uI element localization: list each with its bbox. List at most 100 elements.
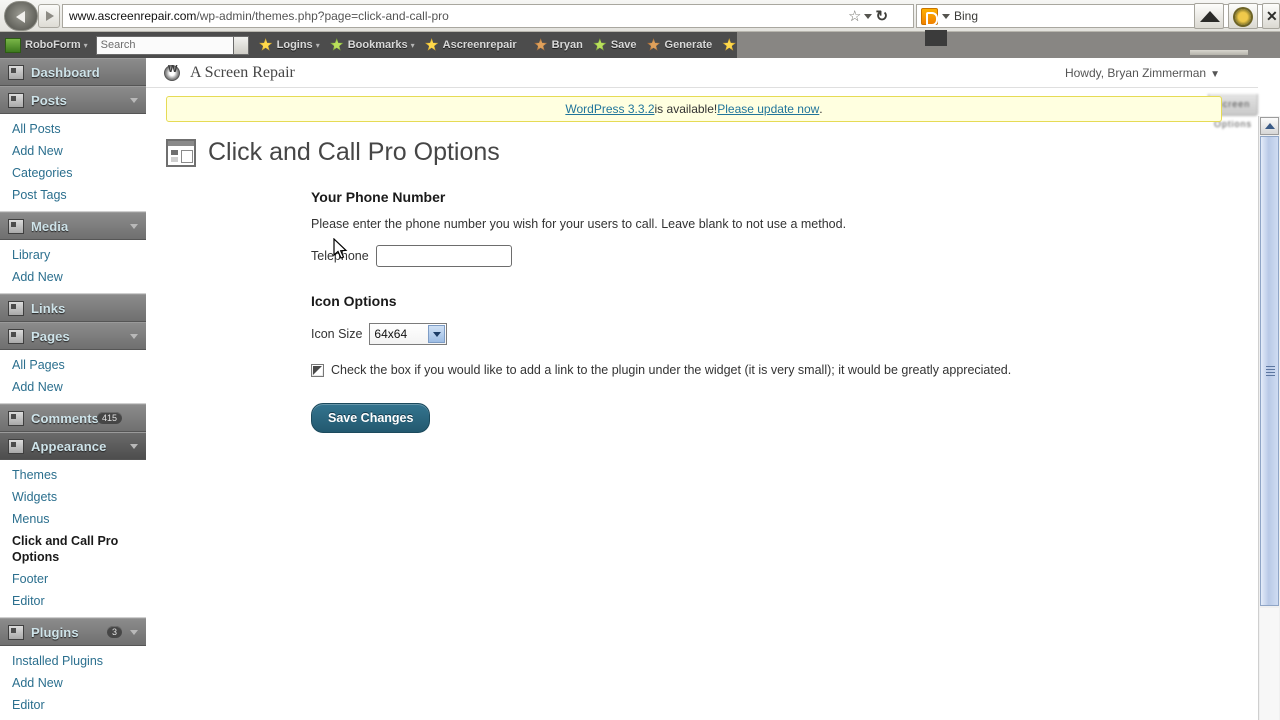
browser-window: www.ascreenrepair.com/wp-admin/themes.ph… (0, 0, 1280, 720)
sidebar-item-links[interactable]: Links (0, 294, 146, 322)
roboform-item-label: Generate (664, 39, 713, 51)
roboform-item-bookmarks[interactable]: Bookmarks ▾ (320, 38, 415, 52)
reload-icon[interactable]: ↻ (875, 9, 888, 24)
sidebar-subitem-footer[interactable]: Footer (0, 568, 146, 590)
sidebar-subitem-add-new-post[interactable]: Add New (0, 140, 146, 162)
page-scrollbar[interactable] (1258, 116, 1280, 720)
admin-content: A Screen Repair Howdy, Bryan Zimmerman▼ … (146, 58, 1258, 720)
roboform-item-sync[interactable]: Sync (712, 38, 737, 52)
sidebar-subitem-add-new-page[interactable]: Add New (0, 376, 146, 398)
search-engine-chevron-icon[interactable] (942, 13, 950, 19)
chevron-down-icon[interactable]: ▾ (84, 41, 88, 50)
roboform-search-button[interactable] (233, 35, 249, 55)
wordpress-logo-icon[interactable] (164, 64, 180, 81)
sidebar-item-label: Links (31, 300, 66, 316)
forward-arrow-icon[interactable] (38, 4, 60, 28)
sidebar-subitem-categories[interactable]: Categories (0, 162, 146, 184)
toolbar-tab-stub (925, 30, 947, 46)
roboform-item-label: Logins (276, 39, 313, 51)
plugin-icon (8, 624, 24, 640)
roboform-item-save[interactable]: Save (583, 38, 637, 52)
icon-size-label: Icon Size (311, 327, 363, 341)
star-icon[interactable]: ☆ (848, 9, 861, 24)
sidebar-subitem-themes[interactable]: Themes (0, 464, 146, 486)
roboform-item-bryan[interactable]: Bryan (524, 38, 583, 52)
roboform-item-label: Ascreenrepair (442, 39, 517, 51)
home-button[interactable] (1194, 3, 1224, 29)
sidebar-subitem-post-tags[interactable]: Post Tags (0, 184, 146, 206)
appearance-page-icon (166, 138, 196, 167)
scrollbar-grip-icon (1266, 366, 1275, 376)
roboform-toolbar: RoboForm ▾ Search Logins ▾ Bookmarks ▾ A… (0, 32, 737, 58)
update-notice-trailing: . (819, 102, 823, 116)
submenu-media: Library Add New (0, 240, 146, 294)
back-arrow-icon[interactable] (4, 1, 38, 31)
sidebar-subitem-all-posts[interactable]: All Posts (0, 118, 146, 140)
sync-icon (722, 38, 736, 51)
address-bar-actions: ☆ ↻ (842, 4, 914, 28)
sidebar-subitem-editor[interactable]: Editor (0, 590, 146, 612)
sidebar-subitem-widgets[interactable]: Widgets (0, 486, 146, 508)
star-green-icon (593, 38, 607, 51)
plugins-count-badge: 3 (106, 626, 122, 638)
roboform-item-logins[interactable]: Logins ▾ (249, 38, 320, 52)
site-name[interactable]: A Screen Repair (190, 64, 295, 82)
scrollbar-thumb[interactable] (1260, 136, 1279, 606)
sidebar-item-plugins[interactable]: Plugins 3 (0, 618, 146, 646)
identity-icon (533, 38, 548, 51)
sidebar-item-label: Pages (31, 328, 70, 344)
save-changes-button[interactable]: Save Changes (311, 403, 431, 433)
home-icon (1200, 11, 1220, 22)
sidebar-subitem-click-and-call-pro-options[interactable]: Click and Call Pro Options (0, 530, 146, 568)
sidebar-subitem-add-new-media[interactable]: Add New (0, 266, 146, 288)
sidebar-item-label: Appearance (31, 438, 107, 454)
sidebar-item-appearance[interactable]: Appearance (0, 432, 155, 460)
scrollbar-track[interactable] (1260, 608, 1279, 720)
star-green-icon (329, 38, 344, 51)
chevron-down-icon (130, 629, 138, 635)
search-engine-label: Bing (954, 9, 979, 23)
sidebar-subitem-menus[interactable]: Menus (0, 508, 146, 530)
chevron-down-icon (130, 223, 138, 229)
toolbar-grip (1190, 50, 1248, 55)
phone-section-heading: Your Phone Number (311, 189, 446, 205)
chevron-down-icon[interactable] (864, 13, 873, 19)
update-now-link[interactable]: Please update now (717, 102, 819, 116)
scroll-up-button[interactable] (1260, 117, 1279, 135)
roboform-item-generate[interactable]: Generate (637, 38, 713, 52)
sidebar-item-label: Comments (31, 410, 99, 426)
page-title: Click and Call Pro Options (208, 138, 500, 166)
admin-header: A Screen Repair Howdy, Bryan Zimmerman▼ (146, 58, 1258, 88)
howdy-user-menu[interactable]: Howdy, Bryan Zimmerman ▼ (1065, 66, 1220, 80)
sidebar-subitem-add-new-plugin[interactable]: Add New (0, 672, 146, 694)
sidebar-subitem-library[interactable]: Library (0, 244, 146, 266)
chevron-down-icon (130, 333, 138, 339)
icon-size-select[interactable]: 64x64 (369, 323, 448, 345)
media-icon (8, 218, 24, 234)
plugin-link-checkbox[interactable] (311, 363, 324, 377)
howdy-label: Howdy, Bryan Zimmerman (1064, 65, 1207, 80)
sidebar-item-comments[interactable]: Comments 415 (0, 404, 146, 432)
address-bar[interactable]: www.ascreenrepair.com/wp-admin/themes.ph… (62, 4, 842, 28)
sidebar-subitem-all-pages[interactable]: All Pages (0, 354, 146, 376)
sidebar-item-label: Posts (31, 92, 67, 108)
sidebar-item-posts[interactable]: Posts (0, 86, 146, 114)
close-button[interactable]: ✕ (1262, 3, 1280, 29)
sidebar-subitem-installed-plugins[interactable]: Installed Plugins (0, 650, 146, 672)
roboform-brand-label[interactable]: RoboForm (25, 39, 81, 51)
settings-button[interactable] (1228, 3, 1258, 29)
sidebar-item-label: Dashboard (31, 64, 100, 80)
telephone-input[interactable] (375, 245, 512, 267)
submenu-plugins: Installed Plugins Add New Editor (0, 646, 146, 720)
sidebar-item-label: Plugins (31, 624, 79, 640)
roboform-item-label: Save (610, 39, 637, 51)
sidebar-item-pages[interactable]: Pages (0, 322, 146, 350)
chevron-down-icon[interactable] (428, 325, 446, 343)
sidebar-subitem-plugin-editor[interactable]: Editor (0, 694, 146, 716)
sidebar-item-dashboard[interactable]: Dashboard (0, 58, 146, 86)
roboform-search-input[interactable]: Search (95, 35, 234, 55)
browser-toolbar: www.ascreenrepair.com/wp-admin/themes.ph… (0, 0, 1280, 32)
sidebar-item-media[interactable]: Media (0, 212, 146, 240)
roboform-item-ascreenrepair[interactable]: Ascreenrepair (415, 38, 517, 52)
update-version-link[interactable]: WordPress 3.3.2 (565, 102, 654, 116)
